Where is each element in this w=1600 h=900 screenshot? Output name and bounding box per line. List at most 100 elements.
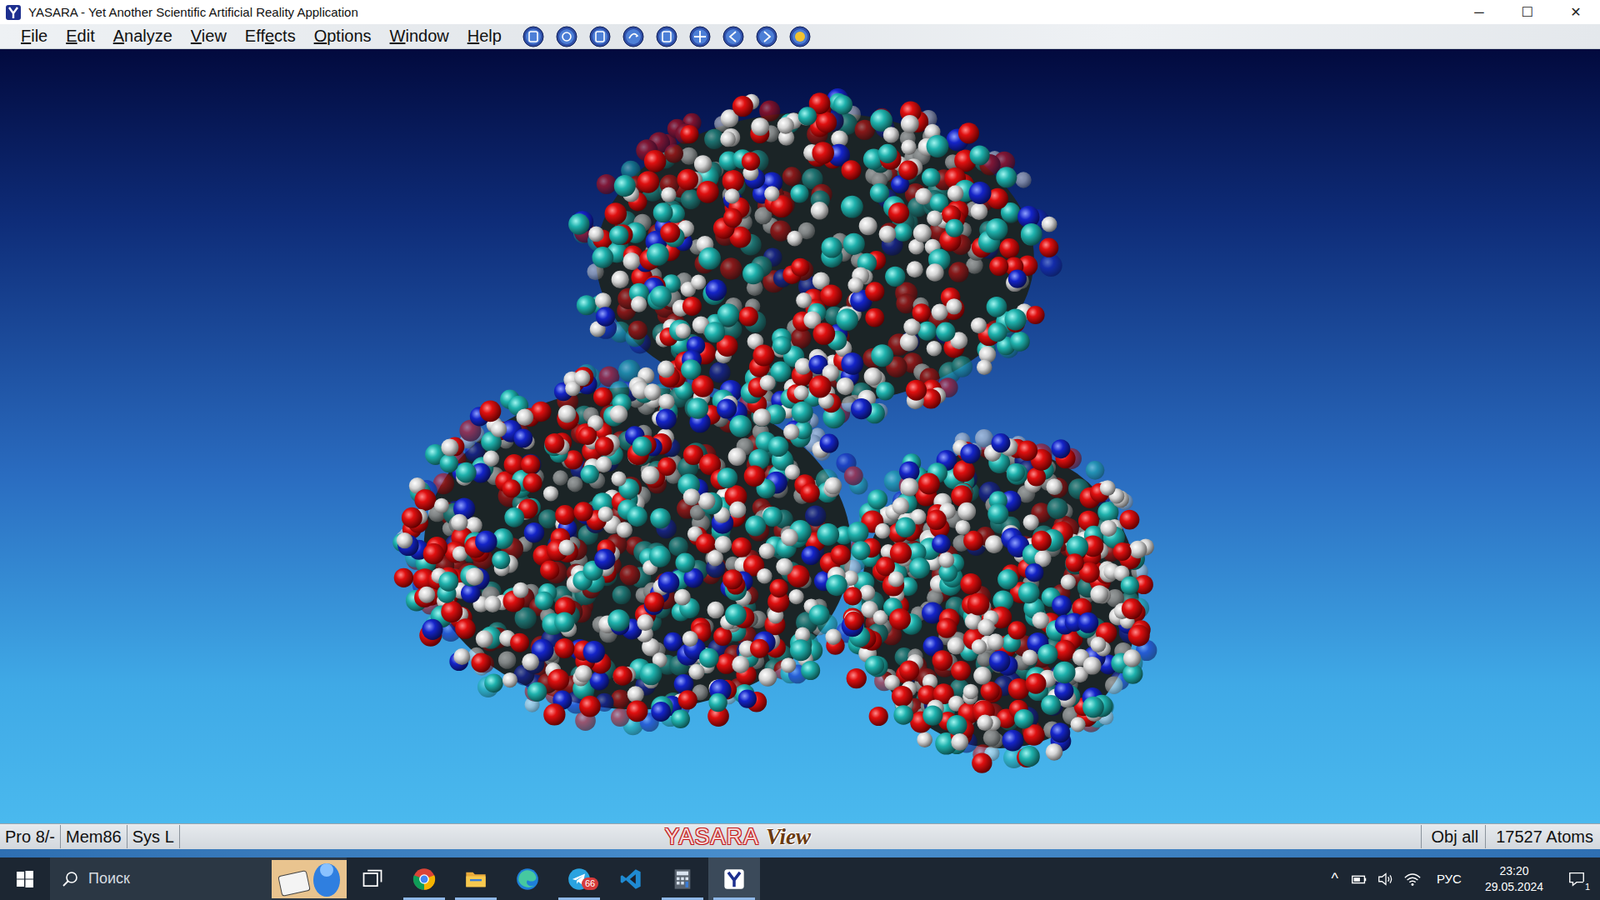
atom (453, 648, 470, 665)
atom (931, 304, 949, 321)
menu-item[interactable]: Effects (235, 26, 305, 46)
molecule[interactable] (392, 88, 1157, 774)
toolbar-button-icon[interactable] (755, 25, 778, 48)
atom (595, 456, 613, 474)
window-title: YASARA - Yet Another Scientific Artifici… (28, 5, 1449, 20)
window-control-button[interactable]: ─ (1455, 0, 1504, 25)
atom (945, 298, 962, 315)
taskbar-app[interactable] (346, 857, 399, 900)
atom (1010, 331, 1030, 352)
atom (921, 168, 940, 187)
atom (758, 668, 777, 687)
atom (926, 210, 943, 227)
toolbar-button-icon[interactable] (789, 25, 811, 48)
atom (616, 521, 633, 538)
notification-center-button[interactable]: 1 (1560, 870, 1594, 889)
atom (1054, 640, 1075, 661)
toolbar-button-icon[interactable] (555, 25, 578, 48)
atom (789, 589, 805, 605)
atom (619, 565, 640, 586)
atom (722, 569, 743, 590)
atom (1039, 238, 1059, 258)
search-box[interactable]: Поиск (50, 857, 347, 900)
atom (547, 669, 570, 691)
taskbar-app[interactable] (605, 857, 657, 900)
taskbar-app[interactable]: 66 (553, 857, 605, 900)
atom (843, 233, 865, 255)
clock[interactable]: 23:2029.05.2024 (1476, 863, 1552, 895)
atom (825, 629, 841, 645)
status-cell: Sys L (127, 825, 180, 849)
atom (870, 344, 894, 367)
atom (805, 505, 826, 526)
menu-item[interactable]: View (181, 26, 236, 46)
toolbar-button-icon[interactable] (655, 25, 678, 48)
window-control-button[interactable]: ☐ (1503, 0, 1552, 25)
chrome-icon (412, 867, 436, 891)
atom (1119, 510, 1140, 530)
3d-viewport[interactable] (0, 49, 1600, 824)
window-control-button[interactable]: ✕ (1551, 0, 1600, 25)
toolbar-button-icon[interactable] (722, 25, 745, 48)
atom (967, 593, 990, 616)
atom (573, 501, 593, 521)
atom (607, 609, 630, 631)
atom (558, 540, 575, 556)
atom (650, 285, 672, 308)
atom (644, 150, 667, 173)
atom (1123, 649, 1141, 667)
open-indicator (713, 897, 755, 900)
atom (595, 306, 615, 326)
taskbar-app[interactable] (501, 857, 554, 900)
taskbar-app[interactable] (450, 857, 502, 900)
start-button[interactable] (0, 857, 50, 900)
taskbar-app[interactable] (656, 857, 709, 900)
atom (879, 225, 897, 244)
atom (640, 663, 663, 686)
menu-item[interactable]: Help (458, 26, 511, 46)
atom (669, 320, 691, 342)
atom (632, 436, 653, 457)
atom (1037, 644, 1058, 665)
menu-item[interactable]: Options (305, 26, 381, 46)
atom (484, 595, 501, 613)
taskbar-app[interactable] (708, 857, 760, 900)
atom (554, 611, 575, 632)
atom (931, 650, 953, 671)
atom (455, 462, 477, 484)
atom (709, 361, 730, 383)
atom (913, 224, 932, 243)
atom (909, 557, 930, 579)
open-indicator (661, 897, 704, 900)
atom (790, 639, 812, 661)
atom (612, 585, 632, 605)
menu-item[interactable]: Window (380, 26, 459, 46)
atom (824, 476, 842, 495)
atom (680, 359, 701, 380)
atom (812, 322, 835, 345)
tray-expand-button[interactable]: ^ (1327, 870, 1341, 888)
molecule-scene[interactable] (0, 49, 1600, 824)
atom (576, 295, 597, 315)
language-indicator[interactable]: РУС (1430, 871, 1469, 886)
atom (440, 454, 459, 473)
atom (750, 117, 770, 136)
atom (864, 367, 883, 386)
atom (593, 387, 613, 407)
volume-icon[interactable] (1376, 870, 1395, 889)
menu-item[interactable]: File (11, 26, 57, 46)
atom (820, 434, 840, 454)
toolbar-button-icon[interactable] (589, 25, 611, 48)
menu-item[interactable]: Edit (56, 26, 104, 46)
atom (893, 223, 912, 242)
toolbar-button-icon[interactable] (689, 25, 711, 48)
wifi-icon[interactable] (1403, 870, 1422, 889)
toolbar-button-icon[interactable] (522, 25, 545, 48)
atom (970, 317, 987, 334)
battery-icon[interactable] (1350, 870, 1369, 889)
atom (574, 370, 590, 386)
search-placeholder: Поиск (88, 870, 262, 888)
taskbar-app[interactable] (398, 857, 450, 900)
menu-item[interactable]: Analyze (104, 26, 182, 46)
toolbar-button-icon[interactable] (622, 25, 645, 48)
